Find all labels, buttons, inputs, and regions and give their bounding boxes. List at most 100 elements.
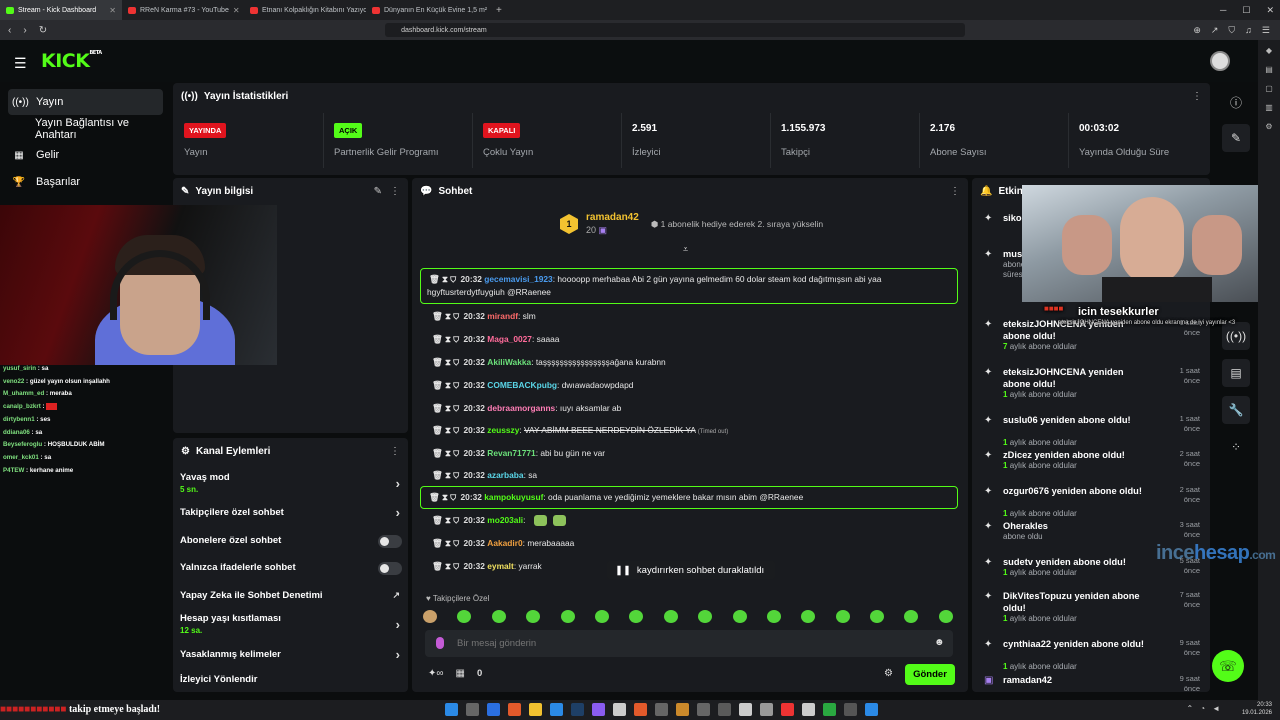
forward-icon[interactable]: › xyxy=(23,25,26,36)
chat-message[interactable]: 🗑 ⧗ ⛉ 20:32 zeusszy: VAY ABİMM BEEE NERD… xyxy=(420,424,958,439)
user-avatar[interactable] xyxy=(1210,51,1230,71)
shield-icon[interactable]: ⛉ xyxy=(1228,25,1235,36)
message-username[interactable]: Revan71771 xyxy=(487,448,535,458)
more-icon[interactable]: ⋮ xyxy=(390,186,400,197)
mic-icon[interactable] xyxy=(436,637,444,649)
message-username[interactable]: mo203ali xyxy=(487,515,523,525)
channel-action[interactable]: Yapay Zeka ile Sohbet Denetimi ↗ xyxy=(180,590,402,601)
more-icon[interactable]: ⋮ xyxy=(390,446,400,457)
emote-icon[interactable] xyxy=(835,609,850,623)
mod-tools-icon[interactable]: 🗑 ⧗ ⛉ xyxy=(432,403,462,413)
close-tab-icon[interactable]: ✕ xyxy=(109,6,116,15)
chat-input[interactable] xyxy=(425,630,953,657)
emote-icon[interactable] xyxy=(801,609,816,623)
chat-message[interactable]: 🗑 ⧗ ⛉ 20:32 Aakadir0: merabaaaaa xyxy=(420,537,958,550)
channel-action[interactable]: Yasaklanmış kelimeler › xyxy=(180,647,402,662)
wifi-icon[interactable]: ◔ xyxy=(1200,704,1205,713)
close-tab-icon[interactable]: ✕ xyxy=(233,6,240,15)
taskbar-app-icon[interactable] xyxy=(697,703,710,716)
taskbar-app-icon[interactable] xyxy=(487,703,500,716)
more-icon[interactable]: ⋮ xyxy=(1192,91,1202,102)
chat-message[interactable]: 🗑 ⧗ ⛉ 20:32 Maga_0027: saaaa xyxy=(420,333,958,346)
taskbar-app-icon[interactable] xyxy=(823,703,836,716)
message-username[interactable]: debraamorganns xyxy=(487,403,555,413)
reload-icon[interactable]: ↻ xyxy=(39,25,47,36)
chat-message[interactable]: 🗑 ⧗ ⛉ 20:32 debraamorganns: ıuyı aksamla… xyxy=(420,402,958,415)
message-username[interactable]: Aakadir0 xyxy=(487,538,522,548)
mod-tools-icon[interactable]: 🗑 ⧗ ⛉ xyxy=(432,334,462,344)
taskbar-app-icon[interactable] xyxy=(592,703,605,716)
chat-paused-notice[interactable]: ❚❚ kaydırırken sohbet duraklatıldı xyxy=(607,561,775,579)
taskbar-app-icon[interactable] xyxy=(718,703,731,716)
emote-icon[interactable] xyxy=(766,609,781,623)
emote-icon[interactable] xyxy=(904,609,919,623)
clock[interactable]: 20:33 19.01.2026 xyxy=(1242,701,1272,717)
volume-icon[interactable]: ◄ xyxy=(1212,704,1220,713)
maximize-button[interactable]: ☐ xyxy=(1242,5,1250,16)
channel-action[interactable]: Yavaş mod 5 sn. › xyxy=(180,472,402,494)
mod-tools-icon[interactable]: 🗑 ⧗ ⛉ xyxy=(429,492,459,502)
taskbar-app-icon[interactable] xyxy=(571,703,584,716)
mod-tools-icon[interactable]: 🗑 ⧗ ⛉ xyxy=(432,357,462,367)
tray-icon[interactable]: ⌃ xyxy=(1187,704,1194,713)
taskbar-app-icon[interactable] xyxy=(676,703,689,716)
edit-stream-icon[interactable]: ✎ xyxy=(1222,124,1250,152)
toggle-switch[interactable] xyxy=(378,535,402,548)
channel-action[interactable]: Takipçilere özel sohbet › xyxy=(180,505,402,520)
taskbar-app-icon[interactable] xyxy=(865,703,878,716)
message-username[interactable]: azarbaba xyxy=(487,470,523,480)
nav-item-basarilar[interactable]: 🏆 Başarılar xyxy=(8,169,163,195)
emote-icon[interactable] xyxy=(560,609,575,623)
sidebar-icon[interactable]: ▥ xyxy=(1265,103,1273,112)
message-username[interactable]: AkiliWakka xyxy=(487,357,531,367)
nav-item-yayin[interactable]: ((•)) Yayın xyxy=(8,89,163,115)
minimize-button[interactable]: ─ xyxy=(1220,5,1226,15)
mod-tools-icon[interactable]: 🗑 ⧗ ⛉ xyxy=(432,561,462,571)
new-tab-button[interactable]: + xyxy=(488,5,510,16)
browser-tab[interactable]: Etnanı Kolpaklığın Kitabını Yazıyor | Se… xyxy=(244,0,366,20)
chat-message[interactable]: 🗑 ⧗ ⛉ 20:32 azarbaba: sa xyxy=(420,469,958,482)
emote-icon[interactable] xyxy=(526,609,541,623)
emote-icon[interactable] xyxy=(938,609,953,623)
wrench-icon[interactable]: 🔧 xyxy=(1222,396,1250,424)
chat-message[interactable]: 🗑 ⧗ ⛉ 20:32 kampokuyusuf: oda puanlama v… xyxy=(420,486,958,509)
apps-icon[interactable]: ⁘ xyxy=(1222,433,1250,461)
support-chat-icon[interactable]: ☏ xyxy=(1212,650,1244,682)
taskbar-app-icon[interactable] xyxy=(655,703,668,716)
chat-settings-icon[interactable]: ⚙ xyxy=(884,668,893,679)
taskbar-app-icon[interactable] xyxy=(802,703,815,716)
mod-tools-icon[interactable]: 🗑 ⧗ ⛉ xyxy=(432,448,462,458)
taskbar-app-icon[interactable] xyxy=(781,703,794,716)
sidebar-icon[interactable]: ▤ xyxy=(1265,65,1273,74)
message-username[interactable]: Maga_0027 xyxy=(487,334,532,344)
message-username[interactable]: gecemavisi_1923 xyxy=(484,274,552,284)
emoji-icon[interactable]: ☻ xyxy=(934,637,945,648)
channel-action[interactable]: Hesap yaşı kısıtlaması 12 sa. › xyxy=(180,613,402,635)
taskbar-app-icon[interactable] xyxy=(529,703,542,716)
taskbar-app-icon[interactable] xyxy=(634,703,647,716)
emote-icon[interactable] xyxy=(698,609,713,623)
layout-icon[interactable]: ▤ xyxy=(1222,359,1250,387)
inventory-icon[interactable]: ▦ xyxy=(456,668,465,679)
channel-action[interactable]: Abonelere özel sohbet xyxy=(180,535,402,548)
more-icon[interactable]: ⋮ xyxy=(950,186,960,197)
mod-tools-icon[interactable]: 🗑 ⧗ ⛉ xyxy=(432,470,462,480)
broadcast-rail-icon[interactable]: ((•)) xyxy=(1222,322,1250,350)
nav-item-gelir[interactable]: ▦ Gelir xyxy=(8,142,163,168)
mod-tools-icon[interactable]: 🗑 ⧗ ⛉ xyxy=(432,425,462,435)
emote-icon[interactable] xyxy=(594,609,609,623)
menu-icon[interactable]: ☰ xyxy=(1262,25,1270,36)
emote-icon[interactable] xyxy=(629,609,644,623)
message-username[interactable]: eymalt xyxy=(487,561,514,571)
toggle-switch[interactable] xyxy=(378,562,402,575)
kick-logo[interactable]: KICKBETA xyxy=(41,50,102,72)
edit-icon[interactable]: ✎ xyxy=(374,186,382,197)
taskbar-app-icon[interactable] xyxy=(760,703,773,716)
browser-tab[interactable]: RReN Karma #73 - YouTube ✕ xyxy=(122,0,244,20)
sidebar-icon[interactable]: ⚙ xyxy=(1265,122,1272,131)
message-username[interactable]: kampokuyusuf xyxy=(484,492,543,502)
taskbar-app-icon[interactable] xyxy=(508,703,521,716)
emote-icon[interactable] xyxy=(457,609,472,623)
nav-item-stream-key[interactable]: Yayın Bağlantısı ve Anahtarı xyxy=(8,116,163,142)
chat-message[interactable]: 🗑 ⧗ ⛉ 20:32 mo203ali: xyxy=(420,514,958,527)
